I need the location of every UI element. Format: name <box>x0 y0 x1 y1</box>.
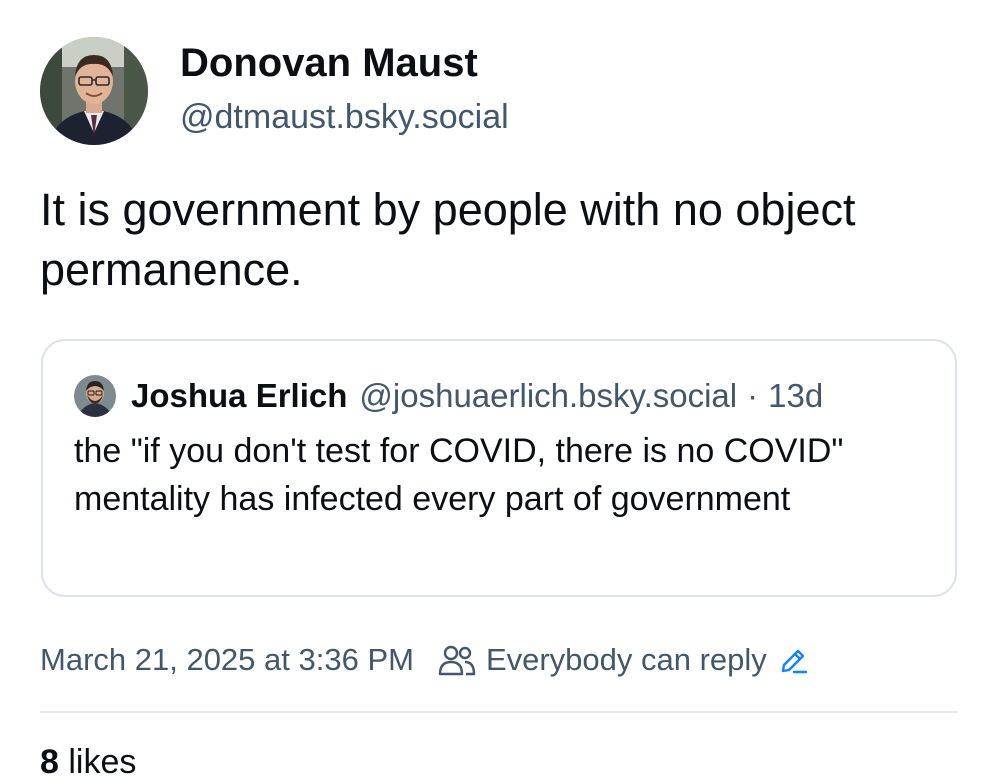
quoted-author-avatar[interactable] <box>74 375 116 417</box>
post-author[interactable]: Donovan Maust @dtmaust.bsky.social <box>40 37 509 145</box>
post-timestamp: March 21, 2025 at 3:36 PM <box>40 642 414 677</box>
pencil-icon[interactable] <box>779 645 809 675</box>
likes-label: likes <box>68 743 137 781</box>
quoted-author-avatar-image <box>74 375 116 417</box>
quoted-post-header: Joshua Erlich @joshuaerlich.bsky.social … <box>74 375 823 417</box>
post-meta: March 21, 2025 at 3:36 PM Everybody can … <box>40 638 809 682</box>
post-text: It is government by people with no objec… <box>40 184 856 295</box>
author-avatar-image <box>40 37 148 145</box>
quoted-author-display-name[interactable]: Joshua Erlich <box>131 377 347 415</box>
quoted-post-card[interactable]: Joshua Erlich @joshuaerlich.bsky.social … <box>41 339 957 597</box>
author-handle[interactable]: @dtmaust.bsky.social <box>180 95 509 139</box>
author-avatar[interactable] <box>40 37 148 145</box>
quoted-post-age[interactable]: 13d <box>768 377 823 415</box>
people-icon <box>438 643 476 677</box>
quoted-author-handle[interactable]: @joshuaerlich.bsky.social <box>359 377 737 415</box>
likes-number: 8 <box>40 743 59 781</box>
author-display-name[interactable]: Donovan Maust <box>180 37 509 89</box>
quoted-post-text: the "if you don't test for COVID, there … <box>74 432 844 518</box>
likes-count[interactable]: 8 likes <box>40 740 136 784</box>
quoted-post-separator: · <box>747 377 759 414</box>
reply-setting-label: Everybody can reply <box>485 642 767 677</box>
divider <box>40 711 958 713</box>
